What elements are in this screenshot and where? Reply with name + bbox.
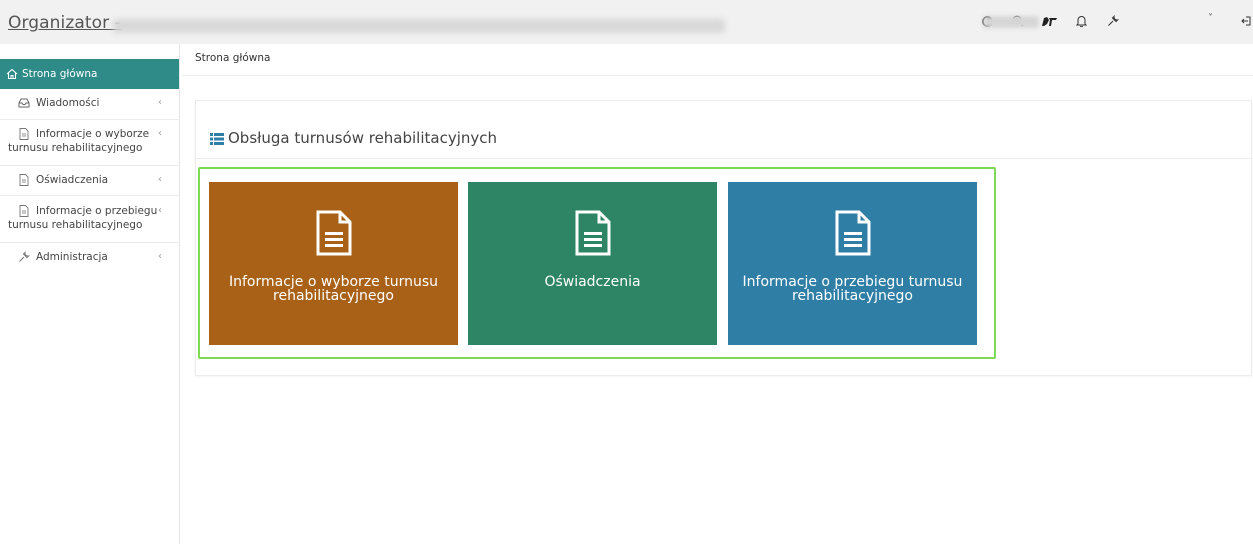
panel-title: Obsługa turnusów rehabilitacyjnych [228,129,498,147]
app-title[interactable]: Organizator - [8,13,121,33]
wrench-icon[interactable] [1102,10,1124,32]
chevron-left-icon: ‹ [158,251,162,262]
breadcrumb[interactable]: Strona główna [195,52,270,64]
home-icon [6,68,18,80]
sidebar-item-label: Administracja [36,251,108,263]
panel-divider [196,158,1251,159]
tile-informacje-o-przebiegu[interactable]: Informacje o przebiegu turnusu rehabilit… [728,182,977,345]
document-icon [575,210,611,256]
tile-label: Informacje o przebiegu turnusu rehabilit… [742,274,963,304]
sidebar-item-label-line2: turnusu rehabilitacyjnego [8,219,143,231]
document-icon [18,174,30,186]
sidebar-item-label: Strona główna [22,68,98,80]
document-icon [316,210,352,256]
chevron-left-icon: ‹ [158,174,162,185]
sidebar-item-label: Informacje o wyborze [36,128,150,140]
top-bar: Organizator - ˅ [0,0,1253,44]
chevron-left-icon: ‹ [158,205,162,216]
document-icon [835,210,871,256]
sidebar-item-label-line2: turnusu rehabilitacyjnego [8,142,143,154]
bell-icon[interactable] [1070,10,1092,32]
sidebar-item-messages[interactable]: Wiadomości ‹ [0,94,179,118]
tiles-container: Informacje o wyborze turnusu rehabilitac… [198,167,996,359]
tile-informacje-o-wyborze[interactable]: Informacje o wyborze turnusu rehabilitac… [209,182,458,345]
sidebar-item-label: Wiadomości [36,97,100,109]
sign-language-icon[interactable] [1039,10,1061,32]
chevron-left-icon: ‹ [158,97,162,108]
sidebar-item-oswiadczenia[interactable]: Oświadczenia ‹ [0,171,179,195]
tile-label: Oświadczenia [544,274,641,290]
sidebar-item-administracja[interactable]: Administracja ‹ [0,248,179,272]
tile-label: Informacje o wyborze turnusu rehabilitac… [228,274,439,304]
tile-oswiadczenia[interactable]: Oświadczenia [468,182,717,345]
user-menu-chevron-icon[interactable]: ˅ [1208,13,1213,24]
document-icon [18,205,30,217]
sidebar-item-label: Informacje o przebiegu [36,205,158,217]
chevron-left-icon: ‹ [158,128,162,139]
logout-icon[interactable] [1236,10,1253,32]
wrench-icon [18,251,30,263]
breadcrumb-divider [181,75,1253,76]
sidebar-item-informacje-o-przebiegu[interactable]: Informacje o przebiegu turnusu rehabilit… [0,201,179,239]
sidebar-item-label: Oświadczenia [36,174,109,186]
redacted-user-name[interactable] [983,16,1039,28]
sidebar: Strona główna Wiadomości ‹ Informacje o … [0,44,180,544]
sidebar-item-informacje-o-wyborze[interactable]: Informacje o wyborze turnusu rehabilitac… [0,124,179,162]
inbox-icon [18,97,30,109]
document-icon [18,128,30,140]
sidebar-item-home[interactable]: Strona główna [0,59,179,89]
redacted-organization-name [113,19,725,33]
list-icon [210,133,224,145]
